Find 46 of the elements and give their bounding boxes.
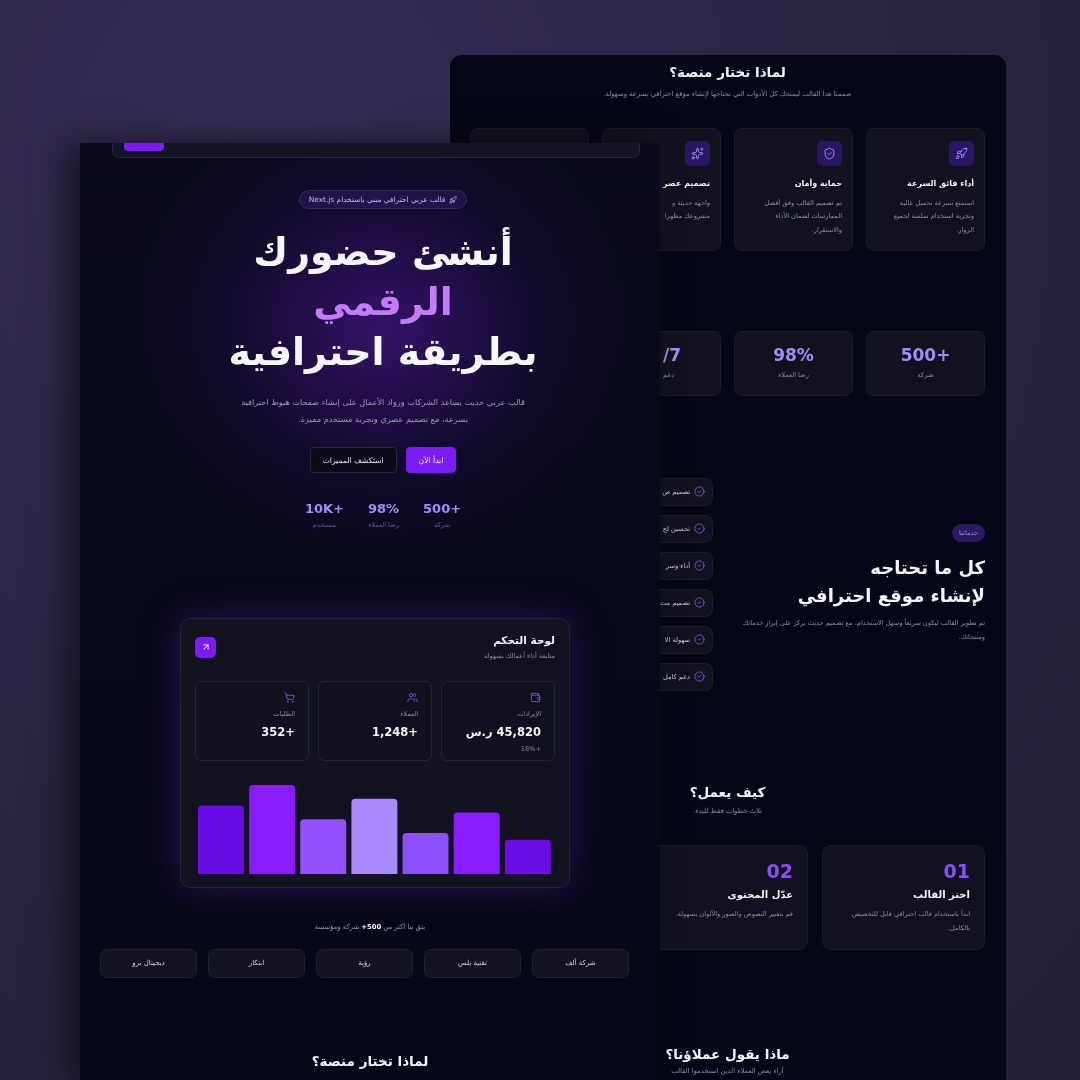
rocket-icon <box>449 195 458 204</box>
step-number: 02 <box>766 860 793 883</box>
metric-value: +352 <box>261 724 295 740</box>
cart-icon <box>284 691 295 703</box>
hero-title: أنشئ حضورك <box>253 227 513 277</box>
feature-title: تصميم عصر <box>663 177 710 190</box>
rocket-icon <box>949 140 974 166</box>
step-number: 01 <box>943 860 970 883</box>
hero-description: قالب عربي حديث يساعد الشركات ورواد الأعمال على إنشاء صفحات هبوط احترافية بسرعة، مع تصميم عصري وتجربة مستخدم مميزة. <box>241 396 525 426</box>
chart-bar <box>402 832 449 874</box>
wallet-icon <box>530 691 541 703</box>
dashboard-title: لوحة التحكم <box>493 633 555 647</box>
sparkles-icon <box>685 140 710 166</box>
metric-value: 45,820 ر.س <box>465 724 541 740</box>
step-title: عدّل المحتوى <box>727 888 793 902</box>
feature-title: أداء فائق السرعة <box>907 177 974 190</box>
check-circle-icon <box>694 597 705 609</box>
hero-title: بطريقة احترافية <box>228 329 538 376</box>
chart-bar <box>300 819 347 874</box>
open-dashboard-button[interactable] <box>195 636 216 658</box>
check-circle-icon <box>694 671 705 683</box>
check-circle-icon <box>694 634 705 646</box>
section-title: لماذا تختار منصة؟ <box>311 1052 429 1071</box>
check-circle-icon <box>694 560 705 572</box>
shield-check-icon <box>817 140 842 166</box>
chart-bar <box>197 805 244 874</box>
stat-value: 98% <box>773 346 814 366</box>
stat-value: 500+ <box>423 502 462 517</box>
metric-value: +1,248 <box>371 724 418 740</box>
users-icon <box>407 691 418 703</box>
check-circle-icon <box>694 523 705 535</box>
hero-title: الرقمي <box>313 279 453 326</box>
stat-value: 98% <box>367 502 400 517</box>
arrow-up-right-icon <box>200 642 211 653</box>
feature-title: حماية وأمان <box>794 177 842 190</box>
section-title: كل ما تحتاجه لإنشاء موقع احترافي <box>797 556 985 609</box>
check-circle-icon <box>694 486 705 498</box>
step-title: اختر القالب <box>913 888 970 902</box>
section-title: ماذا يقول عملاؤنا؟ <box>665 1046 790 1064</box>
section-title: كيف يعمل؟ <box>689 783 766 802</box>
chart-bar <box>504 839 551 874</box>
stat-value: /7 <box>663 346 682 366</box>
chart-bar <box>453 812 500 874</box>
stat-value: 500+ <box>900 346 951 366</box>
stat-value: 10K+ <box>304 502 344 517</box>
section-title: لماذا تختار منصة؟ <box>669 64 786 82</box>
